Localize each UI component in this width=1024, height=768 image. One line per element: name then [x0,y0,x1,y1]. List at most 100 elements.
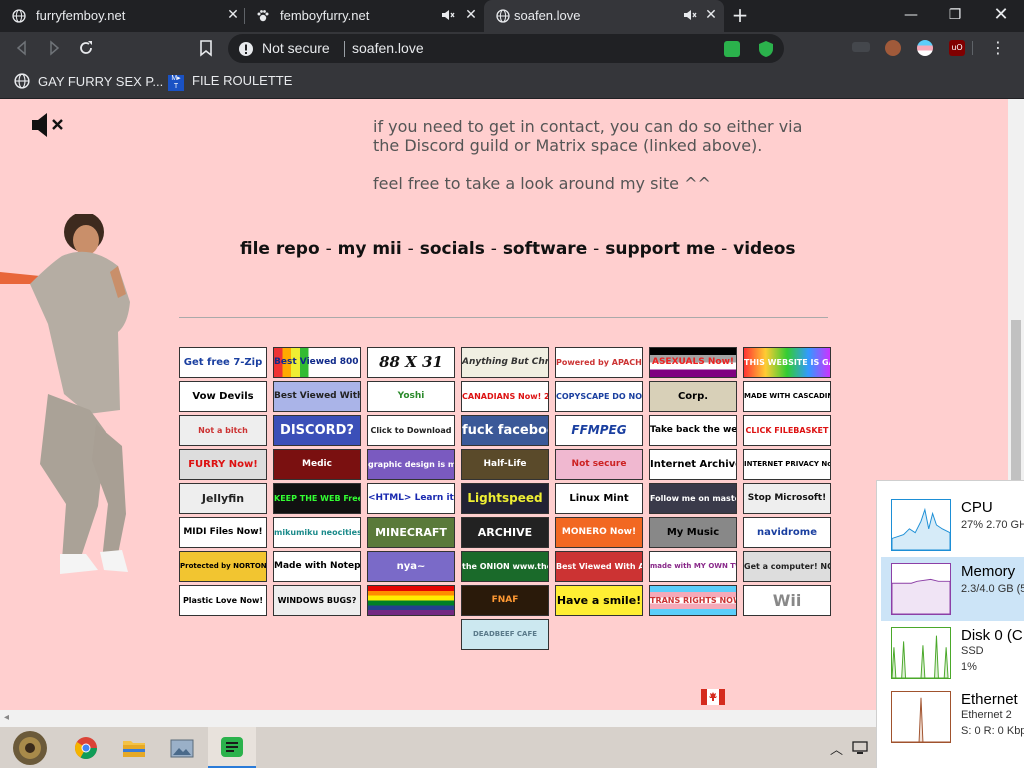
close-tab-icon[interactable]: ✕ [702,6,720,24]
badge-pride-flag[interactable] [367,585,455,616]
bookmark-file-roulette[interactable]: M▸ T FILE ROULETTE [168,73,292,91]
bookmark-icon[interactable] [196,38,216,58]
sound-muted-icon[interactable] [30,111,66,139]
nav-link-videos[interactable]: videos [733,239,795,259]
taskbar-photos[interactable] [158,727,206,768]
address-bar[interactable]: Not secure soafen.love [228,34,784,63]
ublock-icon[interactable]: uO [949,40,965,56]
nav-link-file-repo[interactable]: file repo [240,239,320,259]
badge-midi-files[interactable]: MIDI Files Now! [179,517,267,548]
tab-femboyfurry[interactable]: femboyfurry.net ✕ [244,0,482,32]
back-icon[interactable] [12,38,32,58]
trans-flag-extension-icon[interactable] [917,40,933,56]
tab-muted-icon[interactable] [440,7,456,23]
badge-monero[interactable]: MONERO Now! [555,517,643,548]
badge-fnaf[interactable]: FNAF [461,585,549,616]
badge-yoshi[interactable]: Yoshi [367,381,455,412]
badge-copyscape[interactable]: COPYSCAPE DO NOT COPY [555,381,643,412]
taskbar-file-explorer[interactable] [110,727,158,768]
badge-trans-rights[interactable]: TRANS RIGHTS NOW! [649,585,737,616]
close-window-button[interactable]: ✕ [978,0,1024,32]
badge-wii[interactable]: Wii [743,585,831,616]
badge-gay-website[interactable]: THIS WEBSITE IS GAY [743,347,831,378]
url-text[interactable]: soafen.love [352,40,424,56]
tab-muted-icon[interactable] [682,7,698,23]
warning-icon[interactable] [238,41,254,57]
badge-discord[interactable]: DISCORD? [273,415,361,446]
badge-plastic-love[interactable]: Plastic Love Now! [179,585,267,616]
extension-green-icon[interactable] [724,41,740,57]
badge-get-a-computer[interactable]: Get a computer! NOW [743,551,831,582]
badge-not-secure[interactable]: Not secure [555,449,643,480]
badge-filebasket[interactable]: CLICK FILEBASKET [743,415,831,446]
badge-norton[interactable]: Protected by NORTON [179,551,267,582]
avatar-extension-icon[interactable] [885,40,901,56]
taskbar-task-manager[interactable] [208,727,256,768]
nav-link-support-me[interactable]: support me [605,239,715,259]
badge-ffmpeg[interactable]: FFMPEG [555,415,643,446]
taskbar-chrome[interactable] [62,727,110,768]
badge-navidrome[interactable]: navidrome [743,517,831,548]
minimize-button[interactable]: — [888,0,934,32]
badge-keep-the-web-free[interactable]: KEEP THE WEB Free [273,483,361,514]
start-button[interactable] [8,727,56,768]
close-tab-icon[interactable]: ✕ [224,6,242,24]
badge-two-paws[interactable]: made with MY OWN TWO PAWS [649,551,737,582]
badge-medic[interactable]: Medic [273,449,361,480]
badge-anything-but-chrome[interactable]: Anything But Chrome [461,347,549,378]
bookmark-gay-furry[interactable]: GAY FURRY SEX P... [14,73,163,89]
badge-linux-mint[interactable]: Linux Mint [555,483,643,514]
badge-mikumiku[interactable]: mikumiku neocities [273,517,361,548]
badge-fuck-facebook[interactable]: fuck facebook [461,415,549,446]
badge-deadbeef-cafe[interactable]: DEADBEEF CAFE [461,619,549,650]
network-icon[interactable] [852,740,872,756]
badge-half-life[interactable]: Half-Life [461,449,549,480]
perf-cpu[interactable]: CPU 27% 2.70 GHz [881,493,1024,557]
badge-archive[interactable]: ARCHIVE [461,517,549,548]
forward-icon[interactable] [44,38,64,58]
badge-my-music[interactable]: My Music [649,517,737,548]
extension-dim-icon[interactable] [852,42,870,52]
badge-graphic-design[interactable]: graphic design is my passion [367,449,455,480]
shield-icon[interactable] [758,40,774,58]
badge-take-back-the-web[interactable]: Take back the web [649,415,737,446]
horizontal-scrollbar[interactable]: ◂ [0,710,1008,727]
badge-asexuals[interactable]: ASEXUALS Now! [649,347,737,378]
badge-windows-bugs[interactable]: WINDOWS BUGS? [273,585,361,616]
badge-vow-devils[interactable]: Vow Devils [179,381,267,412]
badge-have-a-smile[interactable]: Have a smile! [555,585,643,616]
perf-disk[interactable]: Disk 0 (C:) SSD 1% [881,621,1024,685]
reload-icon[interactable] [76,38,96,58]
tab-soafen[interactable]: soafen.love ✕ [484,0,724,32]
restore-button[interactable]: ❐ [932,0,978,32]
badge-any-browser[interactable]: Best Viewed With Any Browser [273,381,361,412]
badge-nya[interactable]: nya~ [367,551,455,582]
badge-not-a[interactable]: Not a bitch [179,415,267,446]
nav-link-my-mii[interactable]: my mii [338,239,402,259]
badge-notepad-plus[interactable]: Made with Notepad++ [273,551,361,582]
tray-chevron-icon[interactable]: ︿ [830,739,843,758]
badge-click-to-download[interactable]: Click to Download [367,415,455,446]
new-tab-button[interactable]: + [730,5,750,25]
badge-88x31[interactable]: 88 X 31 [367,347,455,378]
badge-mastodon[interactable]: Follow me on mastodon [649,483,737,514]
badge-furry-now[interactable]: FURRY Now! [179,449,267,480]
badge-800x600[interactable]: Best Viewed 800 x 600 [273,347,361,378]
nav-link-software[interactable]: software [503,239,587,259]
badge-the-onion[interactable]: the ONION www.theonion.com [461,551,549,582]
menu-icon[interactable]: ⋮ [990,38,1006,57]
badge-lightspeed[interactable]: Lightspeed [461,483,549,514]
badge-html[interactable]: <HTML> Learn it today! [367,483,455,514]
badge-7zip[interactable]: Get free 7-Zip [179,347,267,378]
perf-ethernet[interactable]: Ethernet Ethernet 2 S: 0 R: 0 Kbps [881,685,1024,749]
badge-internet-archive[interactable]: Internet Archive [649,449,737,480]
close-tab-icon[interactable]: ✕ [462,6,480,24]
badge-open-mind[interactable]: Best Viewed With An Open Mind [555,551,643,582]
badge-apache[interactable]: Powered by APACHE 2.0 [555,347,643,378]
tab-furryfemboy[interactable]: furryfemboy.net ✕ [0,0,244,32]
badge-stop-microsoft[interactable]: Stop Microsoft! [743,483,831,514]
badge-jellyfin[interactable]: Jellyfin [179,483,267,514]
badge-canadians[interactable]: CANADIANS Now! 2.0 [461,381,549,412]
scrollbar-thumb[interactable] [1011,320,1021,480]
badge-minecraft[interactable]: MINECRAFT [367,517,455,548]
